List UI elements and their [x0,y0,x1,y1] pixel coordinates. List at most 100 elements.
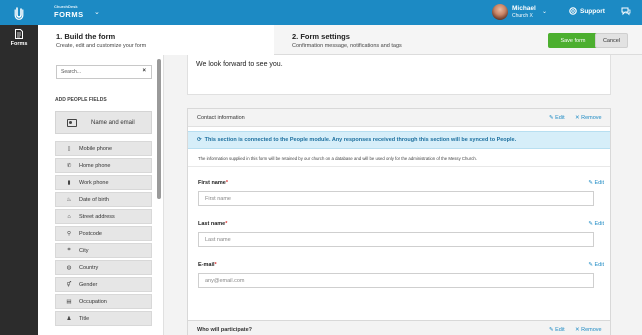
user-church[interactable]: Church X [512,13,533,19]
field-street-address[interactable]: ⌂ Street address [55,209,152,224]
support-label: Support [580,7,605,15]
step2-subtitle: Confirmation message, notifications and … [292,43,402,49]
field-title[interactable]: ♟ Title [55,311,152,326]
field-label: Date of birth [79,196,109,203]
field-label: Name and email [91,119,135,126]
section-title: Who will participate? [197,327,253,333]
field-label: First name* [198,180,228,186]
required-marker: * [225,221,228,227]
field-name-and-email[interactable]: Name and email [55,111,152,134]
notice-text: This section is connected to the People … [204,137,517,143]
form-field-first-name: First name* ✎ Edit First name [198,180,604,206]
who-will-participate-section[interactable]: Who will participate? ✎ Edit ✕ Remove [187,320,611,335]
field-postcode[interactable]: ⚲ Postcode [55,226,152,241]
briefcase-icon: ▤ [66,298,72,305]
add-people-fields-heading: ADD PEOPLE FIELDS [55,97,107,103]
intro-text-block[interactable]: We look forward to see you. [187,55,611,95]
cancel-button[interactable]: Cancel [595,33,628,48]
step-form-settings[interactable]: 2. Form settings Confirmation message, n… [292,32,402,49]
section-header: Who will participate? ✎ Edit ✕ Remove [188,321,610,335]
text-input[interactable]: any@email.com [198,273,594,288]
pin-icon: ⚲ [66,230,72,237]
form-field-e-mail: E-mail* ✎ Edit any@email.com [198,262,604,288]
save-form-button[interactable]: Save form [548,33,598,48]
user-name[interactable]: Michael [512,5,536,12]
field-label: Title [79,315,90,322]
field-mobile-phone[interactable]: ▯ Mobile phone [55,141,152,156]
field-label: Postcode [79,230,102,237]
step-build-form[interactable]: 1. Build the form Create, edit and custo… [38,25,274,55]
city-icon: ⌗ [67,247,71,253]
step2-title: 2. Form settings [292,32,350,41]
gender-icon: ⚥ [66,281,72,288]
section-title: Contact information [197,115,245,121]
field-label: Mobile phone [79,145,113,152]
id-card-icon [67,118,77,127]
privacy-disclaimer: The information supplied in this form wi… [198,156,477,161]
form-canvas: We look forward to see you. Contact info… [165,55,642,335]
churchdesk-logo-icon[interactable] [0,0,38,25]
field-label: Last name* [198,221,228,227]
avatar[interactable] [492,4,508,20]
section-header: Contact information ✎ Edit ✕ Remove [188,109,610,127]
field-edit-button[interactable]: ✎ Edit [588,221,604,227]
required-marker: * [214,262,217,268]
building-icon: ▮ [67,179,71,186]
people-sync-notice: ⟳ This section is connected to the Peopl… [188,131,610,149]
field-home-phone[interactable]: ✆ Home phone [55,158,152,173]
search-input[interactable]: Search... × [56,65,152,79]
field-country[interactable]: ◍ Country [55,260,152,275]
search-placeholder: Search... [61,69,82,75]
field-label: E-mail* [198,262,217,268]
field-label: Occupation [79,298,107,305]
section-remove-button[interactable]: ✕ Remove [575,115,602,121]
nav-item-forms[interactable]: Forms [0,25,38,51]
steps-bar: 1. Build the form Create, edit and custo… [38,25,642,55]
app-company: ChurchDesk [54,4,78,9]
text-input[interactable]: First name [198,191,594,206]
field-work-phone[interactable]: ▮ Work phone [55,175,152,190]
field-edit-button[interactable]: ✎ Edit [588,180,604,186]
globe-icon: ◍ [66,264,72,271]
text-input[interactable]: Last name [198,232,594,247]
field-occupation[interactable]: ▤ Occupation [55,294,152,309]
field-label: Work phone [79,179,109,186]
phone-icon: ▯ [67,145,71,152]
section-remove-button[interactable]: ✕ Remove [575,327,602,333]
clear-search-icon[interactable]: × [142,68,146,74]
section-edit-button[interactable]: ✎ Edit [549,115,565,121]
contact-information-section[interactable]: Contact information ✎ Edit ✕ Remove ⟳ Th… [187,108,611,335]
section-edit-button[interactable]: ✎ Edit [549,327,565,333]
cake-icon: ♨ [66,196,72,203]
support-button[interactable]: Support [569,7,605,15]
top-bar: ChurchDesk FORMS ⌄ Michael Church X ⌄ Su… [0,0,642,25]
document-icon [15,29,23,39]
field-city[interactable]: ⌗ City [55,243,152,258]
field-label: Gender [79,281,98,288]
person-icon: ♟ [66,315,72,322]
app-switcher-chevron-icon[interactable]: ⌄ [94,8,100,16]
field-date-of-birth[interactable]: ♨ Date of birth [55,192,152,207]
chat-icon[interactable] [621,6,631,18]
required-marker: * [225,180,228,186]
left-nav: Forms [0,25,38,335]
step1-subtitle: Create, edit and customize your form [56,43,147,49]
step1-title: 1. Build the form [56,32,116,41]
fields-sidebar: Search... × ADD PEOPLE FIELDS Name and e… [38,55,164,335]
input-placeholder: Last name [205,236,231,243]
field-edit-button[interactable]: ✎ Edit [588,262,604,268]
intro-text: We look forward to see you. [196,61,283,68]
input-placeholder: any@email.com [205,277,245,284]
input-placeholder: First name [205,195,231,202]
user-menu-chevron-icon[interactable]: ⌄ [542,8,547,15]
sidebar-scrollbar[interactable] [157,59,161,199]
app-name[interactable]: FORMS [54,10,84,19]
field-label: City [79,247,89,254]
field-label: Country [79,264,99,271]
divider [188,166,610,167]
field-label: Home phone [79,162,111,169]
lifebuoy-icon [569,7,577,15]
field-gender[interactable]: ⚥ Gender [55,277,152,292]
sync-icon: ⟳ [197,137,202,143]
form-field-last-name: Last name* ✎ Edit Last name [198,221,604,247]
